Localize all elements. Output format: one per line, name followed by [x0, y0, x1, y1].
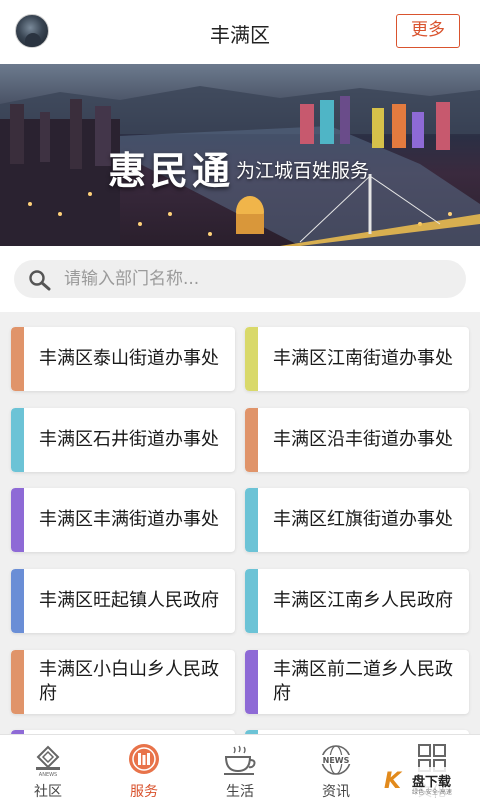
department-card[interactable]: 丰满区江南街道办事处 [245, 327, 469, 391]
svg-text:ANEWS: ANEWS [39, 772, 57, 777]
department-card[interactable]: 丰满区红旗街道办事处 [245, 488, 469, 552]
banner-subtitle: 为江城百姓服务 [236, 160, 370, 182]
department-label: 丰满区石井街道办事处 [39, 429, 219, 450]
department-label: 丰满区旺起镇人民政府 [39, 590, 219, 611]
coffee-cup-icon [224, 745, 256, 775]
card-color-bar [11, 569, 24, 633]
department-label: 丰满区江南乡人民政府 [273, 590, 453, 611]
card-color-bar [245, 650, 258, 714]
card-color-bar [245, 569, 258, 633]
tab-news[interactable]: NEWS 资讯 [288, 735, 384, 800]
community-icon: ANEWS [36, 745, 60, 777]
watermark-k-logo-icon: K [384, 769, 402, 794]
department-label: 丰满区沿丰街道办事处 [273, 429, 453, 450]
department-label: 丰满区前二道乡人民政府 [273, 659, 453, 704]
tab-label: 生活 [226, 784, 254, 800]
tab-label: 服务 [130, 784, 158, 800]
department-card[interactable]: 丰满区旺起镇人民政府 [11, 569, 235, 633]
department-card[interactable]: 丰满区沿丰街道办事处 [245, 408, 469, 472]
department-label: 丰满区江南街道办事处 [273, 348, 453, 369]
card-color-bar [245, 488, 258, 552]
search-bar[interactable] [14, 260, 466, 298]
search-icon [29, 270, 51, 291]
svg-text:NEWS: NEWS [323, 756, 350, 765]
top-bar: 丰满区 更多 [0, 0, 480, 64]
tab-life[interactable]: 生活 [192, 735, 288, 800]
department-card[interactable]: 丰满区石井街道办事处 [11, 408, 235, 472]
city-banner[interactable]: 惠民通 为江城百姓服务 [0, 64, 480, 246]
more-button[interactable]: 更多 [396, 14, 460, 48]
department-card[interactable]: 丰满区前二道乡人民政府 [245, 650, 469, 714]
department-label: 丰满区丰满街道办事处 [39, 509, 219, 530]
tab-community[interactable]: ANEWS 社区 [0, 735, 96, 800]
department-card[interactable]: 丰满区泰山街道办事处 [11, 327, 235, 391]
search-input[interactable] [64, 260, 454, 298]
banner-title: 惠民通 [108, 148, 235, 193]
download-site-watermark: K 盘下载 绿色·安全·高速 [382, 767, 476, 797]
card-color-bar [245, 408, 258, 472]
department-grid: 丰满区泰山街道办事处 丰满区江南街道办事处 丰满区石井街道办事处 丰满区沿丰街道… [0, 312, 480, 734]
card-color-bar [11, 327, 24, 391]
tab-label: 社区 [34, 784, 62, 800]
service-icon [129, 744, 159, 774]
department-label: 丰满区小白山乡人民政府 [39, 659, 219, 704]
bottom-tab-bar: ANEWS 社区 服务 生活 NEWS 资讯 K 盘下载 绿色·安全·高速 [0, 734, 480, 800]
department-card[interactable]: 丰满区小白山乡人民政府 [11, 650, 235, 714]
card-color-bar [11, 488, 24, 552]
card-color-bar [11, 408, 24, 472]
watermark-tagline: 绿色·安全·高速 [412, 789, 452, 796]
card-color-bar [11, 650, 24, 714]
department-card[interactable]: 丰满区江南乡人民政府 [245, 569, 469, 633]
news-globe-icon: NEWS [321, 745, 351, 775]
department-card[interactable]: 丰满区丰满街道办事处 [11, 488, 235, 552]
search-section [0, 246, 480, 312]
tab-label: 资讯 [322, 784, 350, 800]
city-night-skyline-image [0, 86, 480, 246]
card-color-bar [245, 327, 258, 391]
department-label: 丰满区泰山街道办事处 [39, 348, 219, 369]
department-label: 丰满区红旗街道办事处 [273, 509, 453, 530]
tab-service[interactable]: 服务 [96, 735, 192, 800]
